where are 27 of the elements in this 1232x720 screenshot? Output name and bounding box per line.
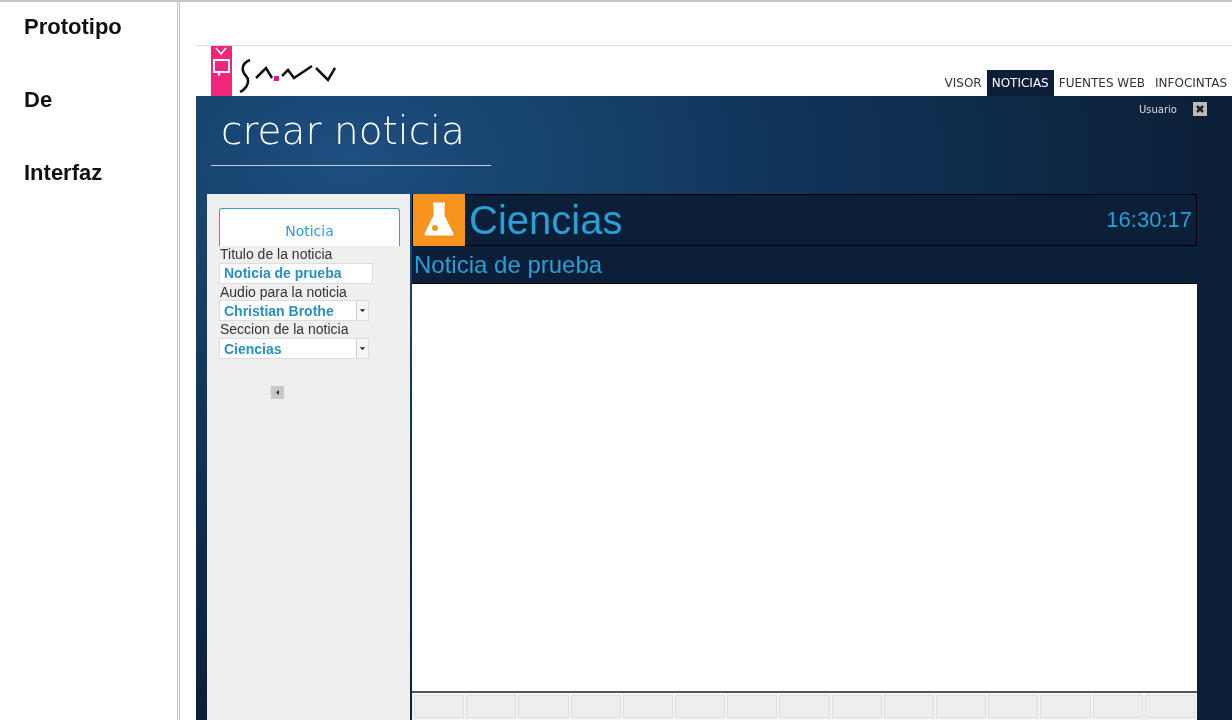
input-field[interactable]: Noticia de prueba — [219, 262, 373, 284]
close-icon — [1195, 104, 1205, 114]
close-button[interactable] — [1193, 102, 1207, 116]
row-label: Prototipo — [24, 13, 123, 41]
news-headline: Noticia de prueba — [412, 245, 1197, 284]
field-label: Titulo de la noticia — [220, 245, 334, 263]
field-label: Seccion de la noticia — [220, 321, 350, 339]
flask-icon — [413, 193, 465, 246]
nav-tab[interactable]: NOTICIAS — [986, 70, 1054, 96]
left-arrow-icon — [275, 390, 280, 396]
tv-logo-icon — [211, 46, 232, 96]
select-field[interactable]: Ciencias — [219, 338, 369, 360]
field-label: Audio para la noticia — [220, 283, 348, 301]
select-field[interactable]: Christian Brothe — [219, 300, 369, 322]
toolbar-slot[interactable] — [1144, 695, 1196, 718]
section-title: Ciencias — [469, 199, 623, 240]
nav-tab[interactable]: FUENTES WEB — [1053, 70, 1150, 96]
nav-tab[interactable]: INFOCINTAS — [1150, 70, 1232, 96]
caret-icon — [356, 339, 368, 359]
user-link[interactable]: Usuario — [1139, 102, 1177, 117]
row-label: De — [24, 86, 54, 114]
clock-time: 16:30:17 — [1106, 206, 1192, 235]
caret-icon — [356, 301, 368, 321]
row-label: Interfaz — [24, 159, 104, 187]
nav-tab[interactable]: VISOR — [939, 70, 987, 96]
page-title: crear noticia — [220, 107, 466, 153]
collapse-button[interactable] — [271, 386, 284, 400]
